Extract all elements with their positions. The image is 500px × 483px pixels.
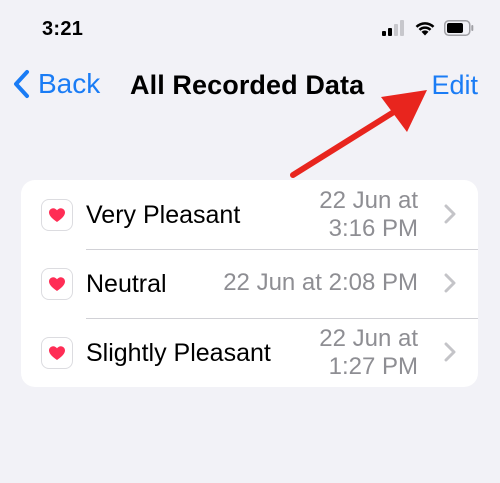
annotation-arrow-icon xyxy=(290,90,427,178)
wifi-icon xyxy=(415,22,435,36)
status-icons xyxy=(382,20,474,36)
recorded-data-list: Very Pleasant 22 Jun at 3:16 PM Neutral … xyxy=(21,180,478,387)
back-label: Back xyxy=(38,68,101,99)
list-item[interactable]: Slightly Pleasant 22 Jun at 1:27 PM xyxy=(21,318,478,387)
record-timestamp: 22 Jun at 2:08 PM xyxy=(223,269,418,296)
record-label: Very Pleasant xyxy=(86,201,241,229)
chevron-right-icon xyxy=(444,273,456,293)
edit-button[interactable]: Edit xyxy=(431,70,478,101)
record-timestamp: 22 Jun at 3:16 PM xyxy=(319,187,418,242)
status-time: 3:21 xyxy=(42,18,84,40)
list-item[interactable]: Neutral 22 Jun at 2:08 PM xyxy=(21,249,478,318)
status-bar: 3:21 xyxy=(0,0,500,60)
chevron-right-icon xyxy=(444,342,456,362)
heart-icon xyxy=(41,199,73,231)
record-label: Neutral xyxy=(86,270,167,298)
chevron-left-icon xyxy=(14,70,29,98)
battery-icon xyxy=(444,20,474,36)
chevron-right-icon xyxy=(444,204,456,224)
record-timestamp: 22 Jun at 1:27 PM xyxy=(319,325,418,380)
cellular-signal-icon xyxy=(382,20,404,36)
heart-icon xyxy=(41,337,73,369)
list-item[interactable]: Very Pleasant 22 Jun at 3:16 PM xyxy=(21,180,478,249)
heart-icon xyxy=(41,268,73,300)
back-button[interactable]: Back xyxy=(12,68,100,100)
record-label: Slightly Pleasant xyxy=(86,339,271,367)
